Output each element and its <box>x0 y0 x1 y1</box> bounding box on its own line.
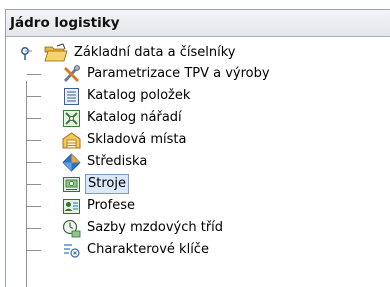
tree-root-node[interactable]: Základní data a číselníky <box>6 41 390 63</box>
character-key-icon <box>64 244 80 258</box>
tree-item-label: Sazby mzdových tříd <box>87 220 224 235</box>
tree-item-strediska[interactable]: Střediska <box>6 151 390 173</box>
tree-item-label: Střediska <box>87 154 148 169</box>
tree-item-label: Parametrizace TPV a výroby <box>87 66 270 81</box>
tree-item-skladova-mista[interactable]: Skladová místa <box>6 129 390 151</box>
navigation-tree: Základní data a číselníky Parametrizace … <box>6 37 390 287</box>
wage-rates-icon <box>62 219 81 238</box>
tree-item-label-selected: Stroje <box>85 174 129 194</box>
cost-center-icon <box>62 153 81 172</box>
machine-icon <box>63 177 80 192</box>
tool-catalog-icon <box>63 110 80 127</box>
tools-icon <box>63 65 80 83</box>
tree-item-stroje[interactable]: Stroje <box>6 173 390 195</box>
panel-title: Jádro logistiky <box>6 10 390 37</box>
tree-item-katalog-polozek[interactable]: Katalog položek <box>6 85 390 107</box>
collapse-toggle-icon[interactable] <box>18 46 32 60</box>
tree-item-label: Charakterové klíče <box>87 242 209 257</box>
tree-item-label: Katalog nářadí <box>87 110 182 125</box>
warehouse-icon <box>62 132 81 149</box>
logistics-panel: Jádro logistiky Základní data a číselník… <box>5 9 390 287</box>
catalog-list-icon <box>64 88 79 105</box>
tree-root-label: Základní data a číselníky <box>74 45 236 60</box>
tree-item-label: Profese <box>87 198 135 213</box>
tree-item-parametrizace[interactable]: Parametrizace TPV a výroby <box>6 63 390 85</box>
tree-item-profese[interactable]: Profese <box>6 195 390 217</box>
tree-item-label: Katalog položek <box>87 88 191 103</box>
open-folder-icon <box>44 43 68 62</box>
profession-icon <box>63 199 80 214</box>
tree-item-label: Skladová místa <box>87 132 187 147</box>
tree-item-charakterove-klice[interactable]: Charakterové klíče <box>6 239 390 261</box>
tree-item-katalog-naradi[interactable]: Katalog nářadí <box>6 107 390 129</box>
tree-item-sazby-mzdovych-trid[interactable]: Sazby mzdových tříd <box>6 217 390 239</box>
